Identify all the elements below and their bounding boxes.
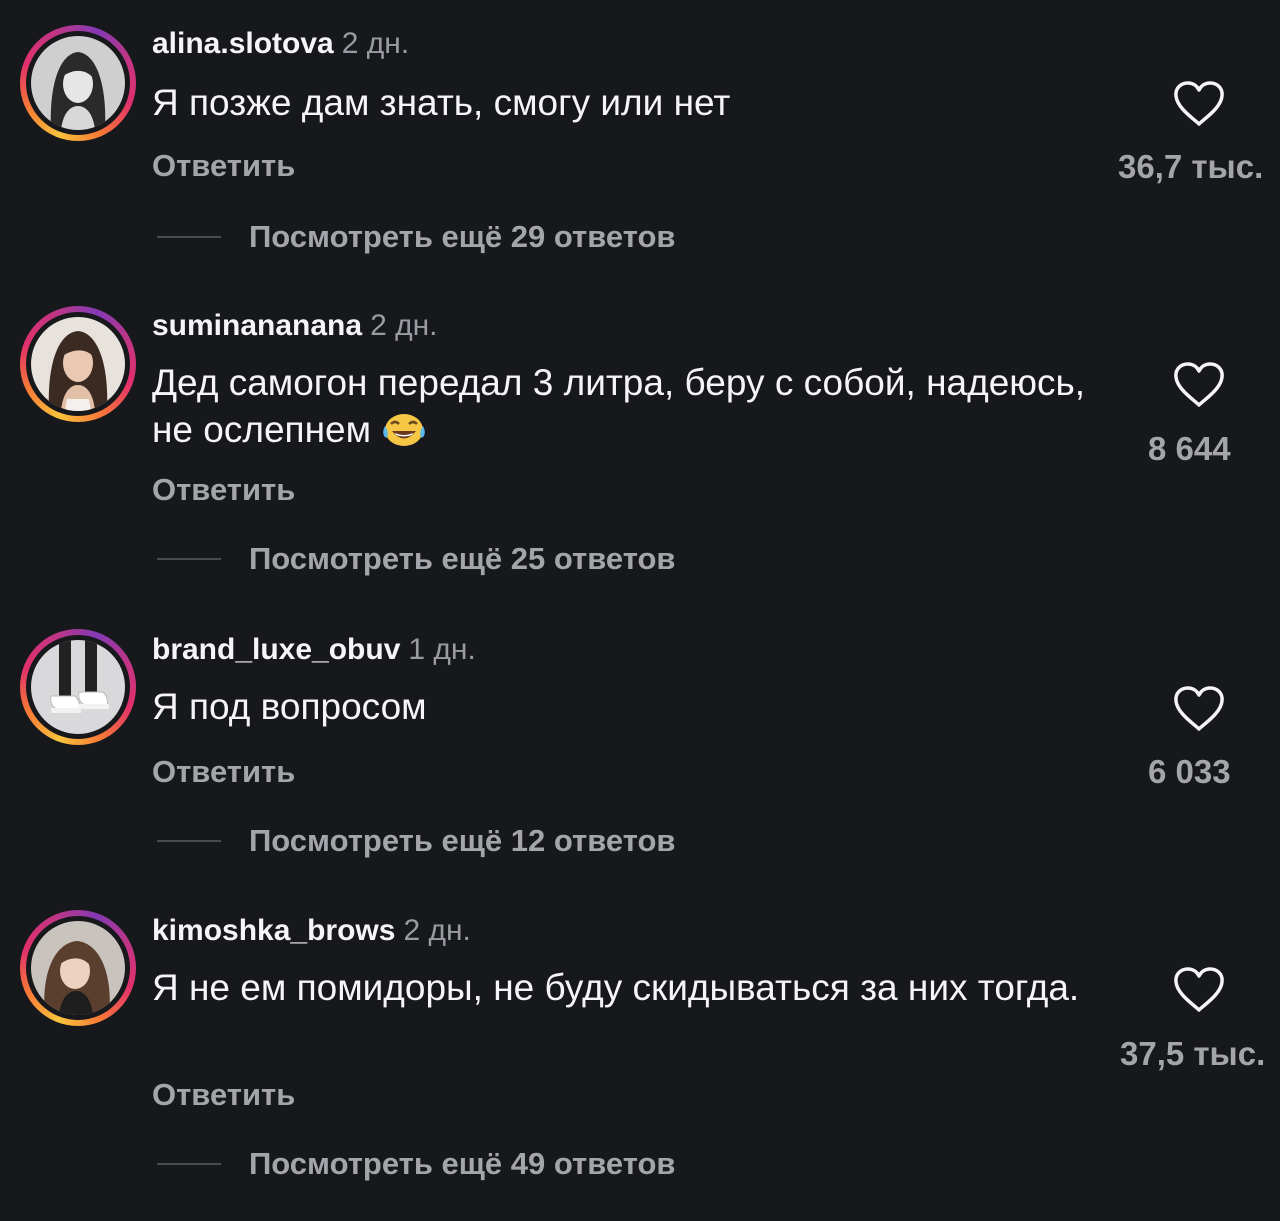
view-replies-label: Посмотреть ещё 25 ответов — [249, 541, 676, 576]
username[interactable]: alina.slotova — [152, 27, 334, 60]
heart-outline-icon[interactable] — [1172, 80, 1226, 128]
view-replies-divider — [157, 1163, 221, 1165]
username[interactable]: suminananana — [152, 309, 362, 342]
comment-header: kimoshka_brows 2 дн. — [152, 913, 471, 949]
view-replies-button[interactable]: Посмотреть ещё 12 ответов — [157, 823, 675, 859]
avatar[interactable] — [20, 25, 136, 141]
avatar[interactable] — [20, 910, 136, 1026]
like-count: 8 644 — [1148, 430, 1231, 467]
like-count: 36,7 тыс. — [1118, 148, 1264, 185]
comment-text: Я под вопросом — [152, 686, 427, 727]
view-replies-button[interactable]: Посмотреть ещё 49 ответов — [157, 1146, 675, 1182]
heart-outline-icon[interactable] — [1172, 966, 1226, 1014]
reply-button[interactable]: Ответить — [152, 754, 295, 790]
view-replies-divider — [157, 558, 221, 560]
comment-text: Я позже дам знать, смогу или нет — [152, 82, 731, 123]
view-replies-label: Посмотреть ещё 12 ответов — [249, 823, 676, 858]
view-replies-button[interactable]: Посмотреть ещё 25 ответов — [157, 541, 675, 577]
view-replies-label: Посмотреть ещё 29 ответов — [249, 219, 676, 254]
view-replies-button[interactable]: Посмотреть ещё 29 ответов — [157, 219, 675, 255]
heart-outline-icon[interactable] — [1172, 361, 1226, 409]
username[interactable]: kimoshka_brows — [152, 914, 395, 947]
comment-header: alina.slotova 2 дн. — [152, 26, 409, 62]
comments-list: alina.slotova 2 дн. Я позже дам знать, см… — [0, 0, 1280, 1221]
view-replies-divider — [157, 840, 221, 842]
comment-text: Дед самогон передал 3 литра, беру с собо… — [152, 359, 1112, 453]
comment-text-content: Дед самогон передал 3 литра, беру с собо… — [152, 362, 1086, 450]
reply-button[interactable]: Ответить — [152, 148, 295, 184]
comment-time: 2 дн. — [341, 27, 410, 60]
like-count: 37,5 тыс. — [1120, 1035, 1266, 1072]
view-replies-label: Посмотреть ещё 49 ответов — [249, 1146, 676, 1181]
comment-time: 2 дн. — [370, 309, 438, 342]
comment-time: 1 дн. — [408, 633, 476, 666]
avatar[interactable] — [20, 629, 136, 745]
reply-button[interactable]: Ответить — [152, 1077, 295, 1113]
face-with-tears-of-joy-icon — [383, 414, 426, 446]
comment-time: 2 дн. — [403, 914, 471, 947]
view-replies-divider — [157, 236, 221, 238]
heart-outline-icon[interactable] — [1172, 685, 1226, 733]
comment-header: suminananana 2 дн. — [152, 308, 438, 344]
avatar[interactable] — [20, 306, 136, 422]
reply-button[interactable]: Ответить — [152, 472, 295, 508]
comment-header: brand_luxe_obuv 1 дн. — [152, 632, 476, 668]
comment-text: Я не ем помидоры, не буду скидываться за… — [152, 967, 1080, 1008]
like-count: 6 033 — [1148, 753, 1231, 790]
username[interactable]: brand_luxe_obuv — [152, 633, 400, 666]
